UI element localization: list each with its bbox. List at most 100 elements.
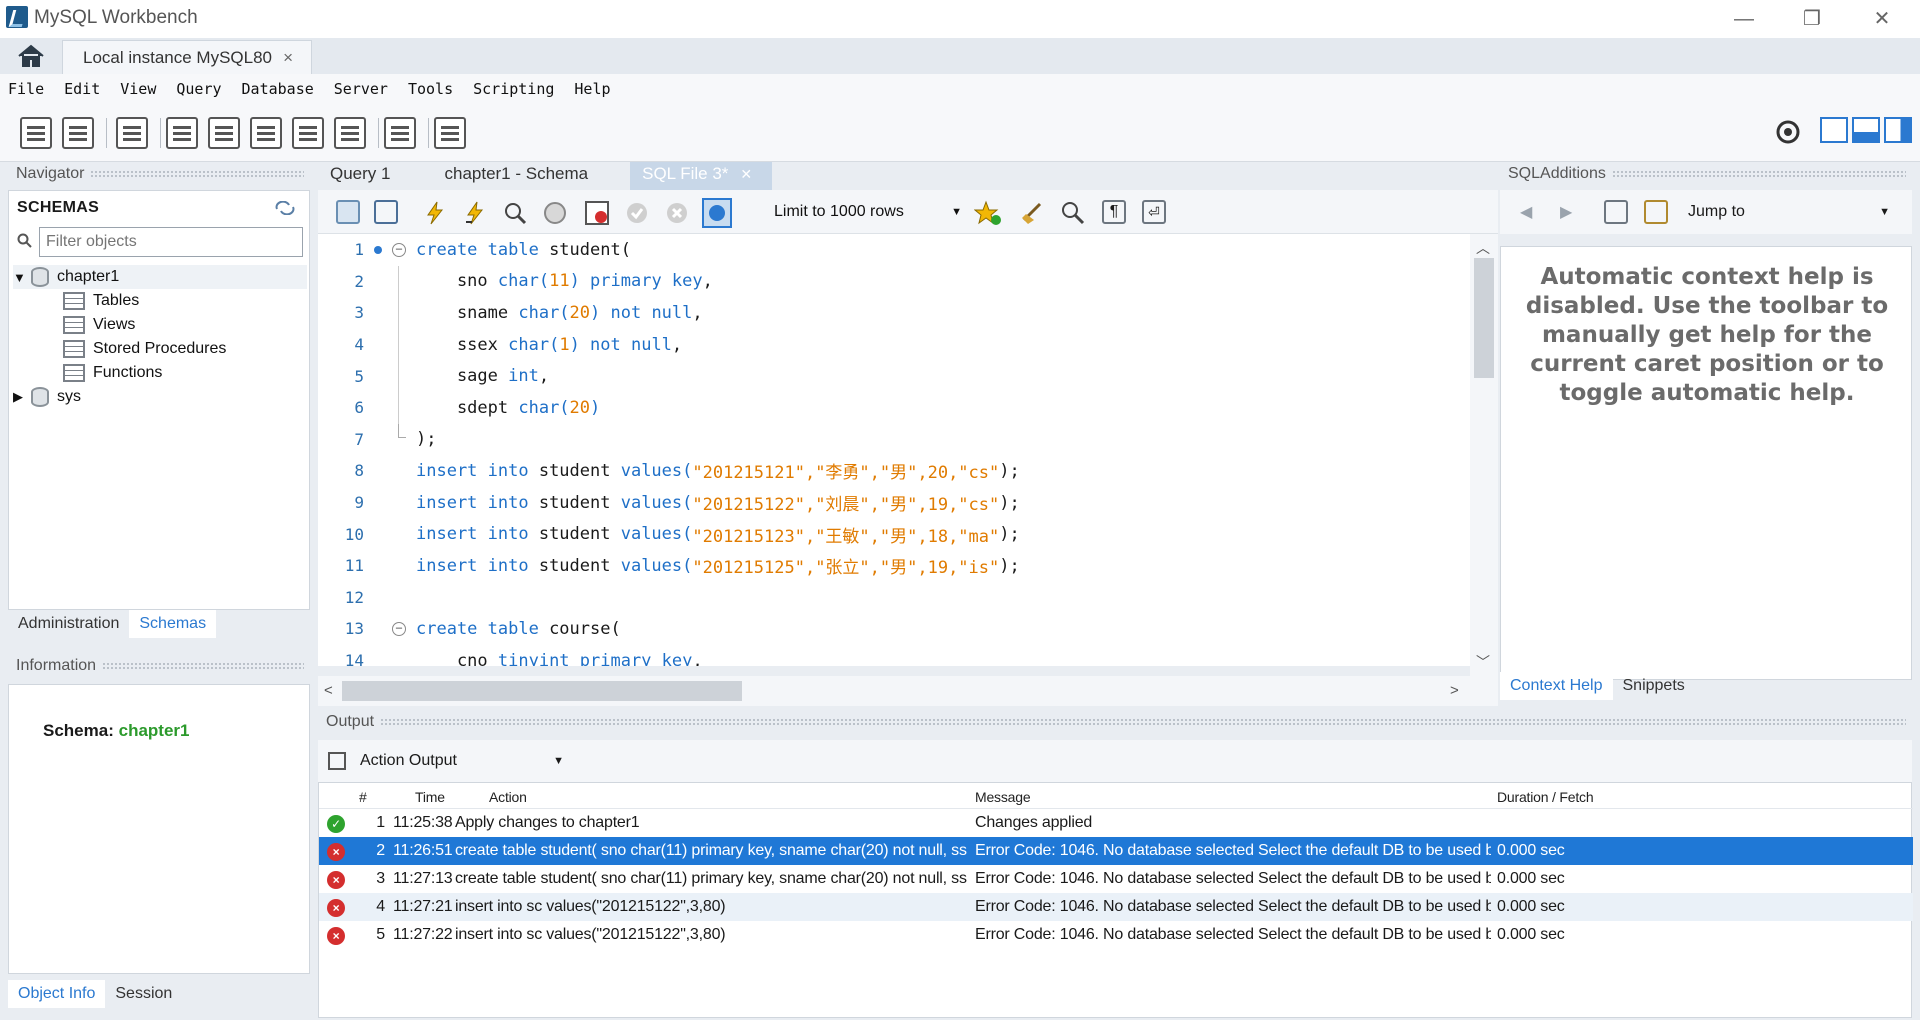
tree-item-sys[interactable]: ▶ sys — [13, 385, 307, 409]
code-line[interactable]: 3 sname char(20) not null, — [318, 297, 1480, 329]
output-row[interactable]: ✓ 1 11:25:38 Apply changes to chapter1 Chang… — [319, 809, 1913, 837]
tree-item-chapter1[interactable]: ▼ chapter1 — [13, 265, 307, 289]
output-row[interactable]: × 5 11:27:22 insert into sc values("2012151… — [319, 921, 1913, 949]
fold-gutter[interactable] — [368, 297, 416, 329]
stop-icon[interactable] — [542, 200, 568, 226]
create-table-icon[interactable] — [208, 117, 240, 149]
search-table-data-icon[interactable] — [384, 117, 416, 149]
beautify-broom-icon[interactable] — [1020, 200, 1046, 226]
fold-gutter[interactable] — [368, 518, 416, 550]
fold-collapse-icon[interactable]: − — [392, 243, 406, 257]
code-line[interactable]: 6 sdept char(20) — [318, 391, 1480, 424]
editor-horizontal-scrollbar[interactable]: < > — [318, 676, 1498, 706]
tab-snippets[interactable]: Snippets — [1613, 672, 1695, 700]
scroll-left-icon[interactable]: < — [324, 682, 333, 699]
forward-arrow-icon[interactable]: ▶ — [1560, 202, 1572, 222]
menu-tools[interactable]: Tools — [408, 80, 453, 98]
output-row[interactable]: × 3 11:27:13 create table student( sno char… — [319, 865, 1913, 893]
home-tab[interactable] — [0, 38, 62, 74]
code-line[interactable]: 14 cno tinyint primary key, — [318, 645, 1480, 666]
tab-schemas[interactable]: Schemas — [129, 610, 217, 638]
fold-collapse-icon[interactable]: − — [392, 622, 406, 637]
tab-object-info[interactable]: Object Info — [8, 980, 106, 1008]
create-procedure-icon[interactable] — [292, 117, 324, 149]
column-header-time[interactable]: Time — [415, 789, 445, 805]
menu-query[interactable]: Query — [176, 80, 221, 98]
menu-help[interactable]: Help — [574, 80, 610, 98]
fold-gutter[interactable] — [368, 328, 416, 361]
tab-query-1[interactable]: Query 1 — [318, 162, 410, 190]
menu-edit[interactable]: Edit — [64, 80, 100, 98]
menu-file[interactable]: File — [8, 80, 44, 98]
toggle-output-icon[interactable] — [1852, 117, 1880, 143]
execute-lightning-icon[interactable] — [422, 200, 448, 226]
code-line[interactable]: 12 — [318, 582, 1480, 614]
fold-gutter[interactable] — [368, 582, 416, 614]
code-line[interactable]: 10 insert into student values("201215123"… — [318, 518, 1480, 550]
code-line[interactable]: 1 − create table student( — [318, 234, 1480, 266]
rollback-icon[interactable] — [664, 200, 690, 226]
scrollbar-thumb[interactable] — [1474, 258, 1494, 378]
close-tab-icon[interactable]: × — [283, 48, 293, 68]
copy-icon[interactable] — [328, 752, 346, 770]
code-line[interactable]: 13 − create table course( — [318, 613, 1480, 645]
code-line[interactable]: 5 sage int, — [318, 360, 1480, 392]
column-header-message[interactable]: Message — [975, 789, 1030, 805]
fold-gutter[interactable] — [368, 360, 416, 392]
find-magnifier-icon[interactable] — [1060, 200, 1086, 226]
menu-server[interactable]: Server — [334, 80, 388, 98]
tree-item-views[interactable]: Views — [13, 313, 307, 337]
tab-administration[interactable]: Administration — [8, 610, 129, 638]
toggle-sidebar-icon[interactable] — [1820, 117, 1848, 143]
column-header-action[interactable]: Action — [489, 789, 527, 805]
fold-gutter[interactable]: − — [368, 613, 416, 645]
code-line[interactable]: 4 ssex char(1) not null, — [318, 328, 1480, 361]
menu-database[interactable]: Database — [242, 80, 314, 98]
tree-item-stored-procedures[interactable]: Stored Procedures — [13, 337, 307, 361]
limit-rows-select[interactable]: Limit to 1000 rows ▼ — [768, 198, 978, 226]
output-type-select[interactable]: Action Output ▼ — [354, 748, 572, 774]
execute-current-statement-icon[interactable] — [462, 200, 488, 226]
sql-editor[interactable]: 1− create table student(2 sno char(11) pr… — [318, 234, 1480, 666]
code-line[interactable]: 8 insert into student values("201215121",… — [318, 455, 1480, 487]
expanded-arrow-icon[interactable]: ▼ — [13, 270, 31, 285]
restore-button[interactable]: ❐ — [1780, 0, 1844, 38]
settings-gear-icon[interactable] — [1774, 118, 1802, 146]
output-row[interactable]: × 2 11:26:51 create table student( sno char… — [319, 837, 1913, 865]
fold-gutter[interactable]: − — [368, 234, 416, 266]
save-icon[interactable] — [374, 200, 398, 224]
output-row[interactable]: × 4 11:27:21 insert into sc values("2012151… — [319, 893, 1913, 921]
code-line[interactable]: 11 insert into student values("201215125"… — [318, 550, 1480, 582]
menu-scripting[interactable]: Scripting — [473, 80, 554, 98]
inspector-icon[interactable] — [116, 117, 148, 149]
open-file-icon[interactable] — [336, 200, 360, 224]
back-arrow-icon[interactable]: ◀ — [1520, 202, 1532, 222]
scroll-right-icon[interactable]: > — [1450, 682, 1459, 699]
tab-chapter1-schema[interactable]: chapter1 - Schema — [410, 162, 608, 190]
code-line[interactable]: 2 sno char(11) primary key, — [318, 265, 1480, 298]
new-sql-tab-icon[interactable] — [20, 117, 52, 149]
scroll-up-icon[interactable]: ︿ — [1476, 238, 1490, 258]
fold-gutter[interactable] — [368, 423, 416, 456]
column-header-num[interactable]: # — [359, 789, 367, 805]
commit-icon[interactable] — [624, 200, 650, 226]
manual-context-help-icon[interactable] — [1604, 200, 1628, 224]
create-schema-icon[interactable] — [166, 117, 198, 149]
add-snippet-star-icon[interactable] — [974, 200, 1002, 226]
code-line[interactable]: 7); — [318, 423, 1480, 456]
toggle-continue-on-error-icon[interactable] — [584, 200, 610, 226]
tab-session[interactable]: Session — [105, 980, 182, 1008]
auto-context-help-icon[interactable] — [1644, 200, 1668, 224]
fold-gutter[interactable] — [368, 265, 416, 298]
fold-gutter[interactable] — [368, 455, 416, 487]
toggle-secondary-sidebar-icon[interactable] — [1884, 117, 1912, 143]
jump-to-select[interactable]: Jump to ▼ — [1688, 198, 1898, 226]
refresh-icon[interactable] — [275, 201, 295, 215]
tree-item-tables[interactable]: Tables — [13, 289, 307, 313]
close-tab-icon[interactable]: ✕ — [740, 162, 752, 186]
tree-item-functions[interactable]: Functions — [13, 361, 307, 385]
explain-magnifier-icon[interactable] — [502, 200, 528, 226]
scroll-down-icon[interactable]: ﹀ — [1476, 652, 1490, 672]
reconnect-icon[interactable] — [434, 117, 466, 149]
tab-context-help[interactable]: Context Help — [1500, 672, 1613, 700]
